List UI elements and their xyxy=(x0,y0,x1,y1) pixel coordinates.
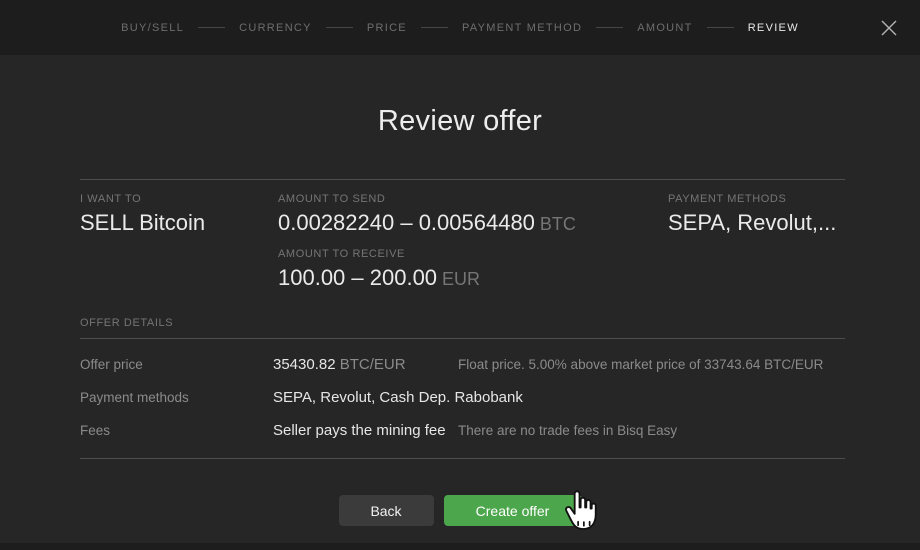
payment-methods-row-value: SEPA, Revolut, Cash Dep. Rabobank xyxy=(273,389,458,406)
amount-to-receive-code: EUR xyxy=(442,269,480,289)
table-row-fees: Fees Seller pays the mining fee There ar… xyxy=(80,414,845,447)
amount-to-receive-value: 100.00 – 200.00EUR xyxy=(278,266,668,289)
wizard-stepper: BUY/SELL CURRENCY PRICE PAYMENT METHOD A… xyxy=(121,22,799,34)
review-offer-panel: Review offer I WANT TO SELL Bitcoin AMOU… xyxy=(0,55,920,543)
offer-summary: I WANT TO SELL Bitcoin AMOUNT TO SEND 0.… xyxy=(80,179,845,303)
step-amount[interactable]: AMOUNT xyxy=(637,22,692,34)
amount-to-send-code: BTC xyxy=(540,214,576,234)
action-bar: Back Create offer xyxy=(0,495,920,526)
wizard-top-bar: BUY/SELL CURRENCY PRICE PAYMENT METHOD A… xyxy=(0,0,920,55)
step-divider xyxy=(596,27,623,28)
summary-col-amounts: AMOUNT TO SEND 0.00282240 – 0.00564480BT… xyxy=(278,193,668,303)
table-row-offer-price: Offer price 35430.82 BTC/EUR Float price… xyxy=(80,348,845,381)
step-payment-method[interactable]: PAYMENT METHOD xyxy=(462,22,582,34)
offer-price-label: Offer price xyxy=(80,357,273,372)
i-want-to-label: I WANT TO xyxy=(80,193,278,205)
step-buy-sell[interactable]: BUY/SELL xyxy=(121,22,184,34)
step-review[interactable]: REVIEW xyxy=(748,22,799,34)
offer-price-code: BTC/EUR xyxy=(340,356,406,373)
step-divider xyxy=(198,27,225,28)
fees-note: There are no trade fees in Bisq Easy xyxy=(458,423,845,438)
i-want-to-value: SELL Bitcoin xyxy=(80,211,278,234)
fees-value: Seller pays the mining fee xyxy=(273,422,458,439)
summary-col-payment: PAYMENT METHODS SEPA, Revolut,... xyxy=(668,193,845,303)
offer-details-section: OFFER DETAILS Offer price 35430.82 BTC/E… xyxy=(80,317,845,459)
step-currency[interactable]: CURRENCY xyxy=(239,22,312,34)
table-row-payment-methods: Payment methods SEPA, Revolut, Cash Dep.… xyxy=(80,381,845,414)
fees-label: Fees xyxy=(80,423,273,438)
step-divider xyxy=(707,27,734,28)
offer-price-note: Float price. 5.00% above market price of… xyxy=(458,357,845,372)
step-divider xyxy=(421,27,448,28)
step-divider xyxy=(326,27,353,28)
payment-methods-label: PAYMENT METHODS xyxy=(668,193,845,205)
back-button[interactable]: Back xyxy=(339,495,434,526)
amount-to-send-value: 0.00282240 – 0.00564480BTC xyxy=(278,211,668,234)
amount-to-receive-label: AMOUNT TO RECEIVE xyxy=(278,248,668,260)
page-title: Review offer xyxy=(0,105,920,138)
create-offer-button[interactable]: Create offer xyxy=(444,495,582,526)
step-price[interactable]: PRICE xyxy=(367,22,407,34)
amount-to-send-label: AMOUNT TO SEND xyxy=(278,193,668,205)
payment-methods-row-label: Payment methods xyxy=(80,390,273,405)
close-icon[interactable] xyxy=(877,16,901,40)
payment-methods-value: SEPA, Revolut,... xyxy=(668,211,845,234)
summary-col-direction: I WANT TO SELL Bitcoin xyxy=(80,193,278,303)
offer-price-value: 35430.82 BTC/EUR xyxy=(273,356,458,373)
offer-details-header: OFFER DETAILS xyxy=(80,317,845,339)
